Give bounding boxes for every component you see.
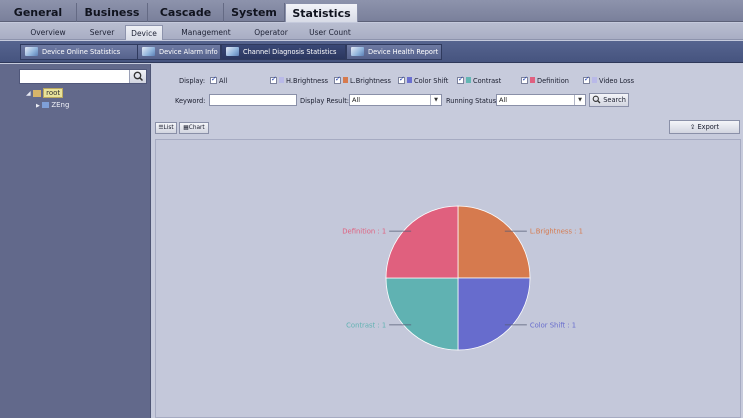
display-label: Display: (179, 77, 206, 85)
l-brightness-checkbox[interactable] (334, 75, 341, 84)
running-status-select[interactable]: All ▼ (496, 94, 586, 106)
device-group-icon (42, 102, 50, 108)
device-alarm-info-button[interactable]: Device Alarm Info (137, 44, 221, 60)
definition-checkbox[interactable] (521, 75, 528, 84)
search-button[interactable]: Search (589, 93, 629, 107)
color-shift-swatch (407, 77, 412, 83)
video-loss-swatch (592, 77, 597, 83)
export-icon: ⇪ (689, 123, 696, 131)
filter-color-shift[interactable]: Color Shift (398, 75, 448, 85)
device-online-statistics-button[interactable]: Device Online Statistics (20, 44, 145, 60)
filter-all[interactable]: All (210, 75, 227, 85)
filter-contrast[interactable]: Contrast (457, 75, 501, 85)
keyword-label: Keyword: (175, 97, 206, 105)
running-status-label: Running Status: (446, 97, 499, 105)
h-brightness-swatch (279, 77, 284, 83)
tab-statistics[interactable]: Statistics (285, 3, 358, 22)
top-tab-bar: General Business Cascade System Statisti… (0, 0, 743, 22)
filter-l-brightness[interactable]: L.Brightness (334, 75, 391, 85)
tree-search-field[interactable] (19, 69, 147, 84)
export-button[interactable]: ⇪ Export (669, 120, 740, 134)
chevron-down-icon[interactable]: ▼ (574, 95, 585, 105)
subtab-user-count[interactable]: User Count (305, 25, 355, 40)
chart-icon (25, 46, 38, 56)
diagnosis-icon (226, 46, 239, 56)
filter-video-loss[interactable]: Video Loss (583, 75, 634, 85)
channel-diagnosis-statistics-button[interactable]: Channel Diagnosis Statistics (221, 44, 346, 60)
display-result-select[interactable]: All ▼ (349, 94, 442, 106)
pie-label-contrast: Contrast : 1 (346, 321, 386, 329)
color-shift-checkbox[interactable] (398, 75, 405, 84)
display-result-label: Display Result: (300, 97, 349, 105)
video-loss-checkbox[interactable] (583, 75, 590, 84)
tree-child-node[interactable]: ▶ ZEng (36, 101, 69, 109)
filter-definition[interactable]: Definition (521, 75, 569, 85)
subtab-server[interactable]: Server (82, 25, 122, 40)
sub-tab-bar: Overview Server Device Management Operat… (0, 23, 743, 40)
keyword-input[interactable] (209, 94, 297, 106)
h-brightness-checkbox[interactable] (270, 75, 277, 84)
filter-h-brightness[interactable]: H.Brightness (270, 75, 328, 85)
tab-business[interactable]: Business (77, 3, 148, 22)
pie-label-definition: Definition : 1 (342, 228, 386, 236)
chart-view-button[interactable]: ▦Chart (179, 122, 209, 134)
list-view-button[interactable]: ☰List (155, 122, 177, 134)
search-icon (592, 95, 601, 103)
tab-general[interactable]: General (0, 3, 77, 22)
chevron-down-icon[interactable]: ▼ (430, 95, 441, 105)
definition-swatch (530, 77, 535, 83)
statistics-main-panel: Display: All H.Brightness L.Brightness C… (152, 64, 743, 418)
pie-slice-color-shift[interactable] (457, 277, 531, 351)
pie-slice-contrast[interactable] (385, 277, 459, 351)
l-brightness-swatch (343, 77, 348, 83)
subtab-management[interactable]: Management (176, 25, 236, 40)
pie-slice-definition[interactable] (385, 205, 459, 279)
root-folder-icon (32, 89, 41, 97)
tab-system[interactable]: System (224, 3, 285, 22)
pie-chart: L.Brightness : 1 Color Shift : 1 Contrast … (342, 205, 583, 351)
report-icon (351, 46, 364, 56)
pie-slice-l-brightness[interactable] (457, 205, 531, 279)
subtab-device[interactable]: Device (125, 25, 163, 40)
pie-label-l-brightness: L.Brightness : 1 (530, 228, 583, 236)
expand-icon[interactable]: ◢ (26, 90, 31, 97)
tree-root-label[interactable]: root (43, 88, 64, 98)
all-checkbox[interactable] (210, 75, 217, 84)
search-icon (133, 71, 144, 82)
tab-cascade[interactable]: Cascade (148, 3, 224, 22)
tree-child-label[interactable]: ZEng (51, 101, 69, 109)
subtab-operator[interactable]: Operator (248, 25, 294, 40)
tree-root-node[interactable]: ◢ root (26, 88, 64, 98)
pie-chart-area: L.Brightness : 1 Color Shift : 1 Contrast … (155, 139, 741, 418)
collapse-arrow-icon[interactable]: ▶ (36, 103, 40, 109)
subtab-overview[interactable]: Overview (26, 25, 70, 40)
device-tree-panel: ◢ root ▶ ZEng (0, 64, 151, 418)
device-health-report-button[interactable]: Device Health Report (346, 44, 442, 60)
pie-label-color-shift: Color Shift : 1 (530, 321, 576, 329)
statistics-toolbar: Device Online Statistics Device Alarm In… (0, 41, 743, 63)
contrast-swatch (466, 77, 471, 83)
contrast-checkbox[interactable] (457, 75, 464, 84)
tree-search-button[interactable] (129, 70, 146, 83)
alarm-icon (142, 46, 155, 56)
